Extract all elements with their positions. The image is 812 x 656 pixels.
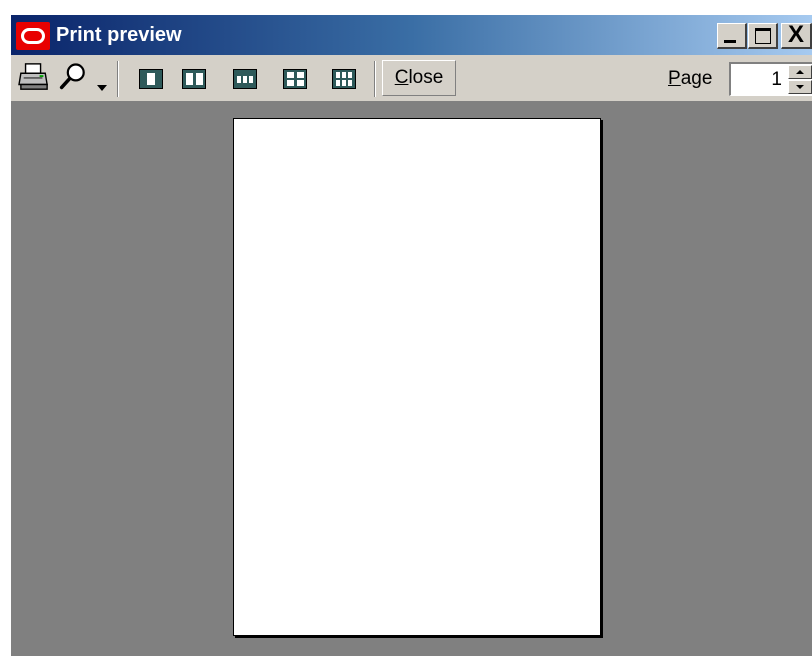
page-down-button[interactable] — [788, 80, 812, 94]
window-title: Print preview — [56, 24, 182, 46]
page-label-mnemonic: P — [668, 68, 681, 89]
one-page-icon[interactable] — [139, 69, 163, 89]
maximize-button[interactable] — [748, 23, 778, 49]
chevron-down-icon[interactable] — [95, 73, 109, 103]
printer-icon[interactable] — [17, 62, 51, 92]
close-button-mnemonic: C — [394, 67, 409, 88]
toolbar: Close Page 1 — [11, 55, 812, 101]
page-number-value[interactable]: 1 — [771, 69, 782, 91]
close-icon: X — [788, 21, 805, 48]
preview-page — [233, 118, 601, 636]
toolbar-separator — [117, 61, 119, 97]
spin-up-icon — [796, 70, 804, 74]
minimize-button[interactable] — [717, 23, 747, 49]
page-label-text: age — [680, 68, 713, 89]
preview-canvas[interactable] — [11, 101, 812, 656]
four-pages-icon[interactable] — [283, 69, 307, 89]
six-pages-icon[interactable] — [332, 69, 356, 89]
toolbar-separator — [374, 61, 376, 97]
page-label: Page — [668, 68, 712, 90]
page-number-stepper[interactable]: 1 — [729, 62, 812, 96]
oracle-logo-icon[interactable] — [16, 22, 50, 50]
spin-down-icon — [796, 85, 804, 89]
minimize-icon — [724, 40, 736, 43]
print-preview-window: Print preview X Close Page 1 — [10, 14, 812, 656]
close-button[interactable]: Close — [382, 60, 456, 96]
title-bar[interactable]: Print preview X — [11, 15, 812, 55]
close-button-label: lose — [408, 67, 444, 88]
magnifier-icon[interactable] — [57, 61, 91, 91]
close-window-button[interactable]: X — [781, 23, 812, 49]
two-pages-icon[interactable] — [182, 69, 206, 89]
maximize-icon — [755, 28, 771, 44]
three-pages-icon[interactable] — [233, 69, 257, 89]
page-up-button[interactable] — [788, 65, 812, 79]
